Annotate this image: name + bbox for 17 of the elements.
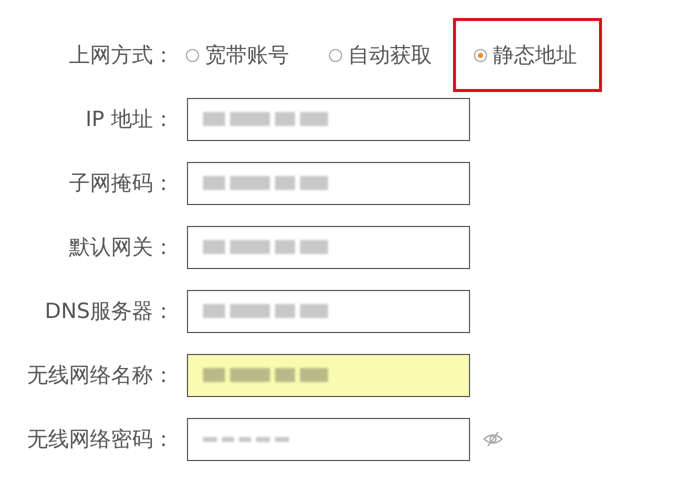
field-label: DNS服务器： <box>44 298 175 325</box>
input-field[interactable] <box>187 162 470 204</box>
radio-icon <box>186 48 199 62</box>
radio-icon <box>474 48 487 62</box>
password-field[interactable] <box>187 418 470 460</box>
radio-option[interactable]: 静态地址 <box>453 18 602 92</box>
field-label: 子网掩码： <box>68 170 175 197</box>
radio-icon <box>329 48 342 62</box>
radio-option[interactable]: 自动获取 <box>310 24 453 86</box>
input-field[interactable] <box>187 354 470 396</box>
input-field[interactable] <box>187 290 470 332</box>
input-field[interactable] <box>187 226 470 268</box>
input-field[interactable] <box>187 98 470 140</box>
field-label: 无线网络名称： <box>26 362 175 389</box>
field-label: IP 地址： <box>84 106 175 133</box>
field-label: 无线网络密码： <box>26 426 175 453</box>
field-label: 默认网关： <box>68 234 175 261</box>
